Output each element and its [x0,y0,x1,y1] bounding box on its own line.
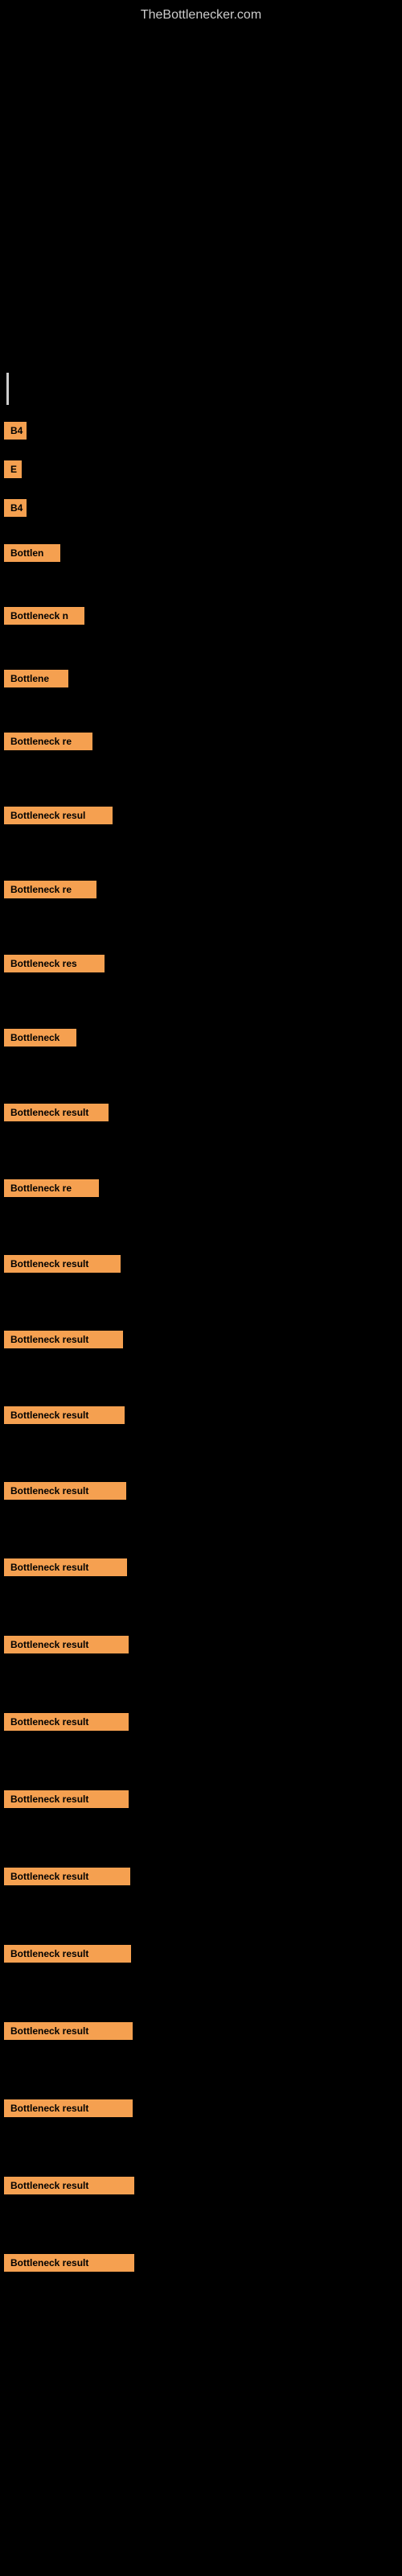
bottleneck-item: Bottleneck result [0,2071,402,2145]
bottleneck-result-label: Bottleneck result [4,1482,126,1500]
bottleneck-item: E [0,452,402,487]
bottleneck-item: Bottleneck [0,1002,402,1073]
bottleneck-result-label: Bottleneck result [4,2254,134,2272]
bottleneck-result-label: Bottleneck result [4,2022,133,2040]
bottleneck-result-label: Bottleneck result [4,1945,131,1963]
bottleneck-item: B4 [0,490,402,526]
bottleneck-item: Bottleneck result [0,1303,402,1376]
bottleneck-result-label: Bottleneck result [4,1255,121,1273]
bottleneck-item: Bottlen [0,529,402,577]
bottleneck-item: Bottleneck result [0,1530,402,1604]
bottleneck-result-label: Bottleneck n [4,607,84,625]
bottleneck-item: Bottleneck re [0,706,402,777]
bottleneck-item: Bottleneck result [0,2226,402,2300]
site-header: TheBottlenecker.com [0,0,402,27]
bottleneck-result-label: E [4,460,22,478]
bottleneck-result-label: Bottleneck result [4,1868,130,1885]
site-title: TheBottlenecker.com [0,0,402,27]
bottleneck-item: Bottleneck n [0,580,402,651]
bottleneck-item: Bottleneck result [0,1917,402,1991]
bottleneck-result-label: Bottleneck re [4,733,92,750]
bottleneck-item: Bottleneck re [0,1152,402,1224]
bottleneck-result-label: Bottlene [4,670,68,687]
bottleneck-result-label: Bottleneck re [4,1179,99,1197]
bottleneck-result-label: Bottleneck result [4,1636,129,1653]
bottleneck-result-label: Bottleneck result [4,1790,129,1808]
bottleneck-item: Bottleneck result [0,1994,402,2068]
bottleneck-item: Bottleneck res [0,928,402,999]
bottleneck-item: Bottleneck result [0,1379,402,1451]
bottleneck-result-label: Bottleneck re [4,881,96,898]
bottleneck-list: B4 E B4 Bottlen Bottleneck n Bottlene Bottlene… [0,413,402,2319]
bottleneck-item: Bottleneck re [0,854,402,925]
bottleneck-item: Bottleneck result [0,1608,402,1682]
bottleneck-item: B4 [0,413,402,448]
bottleneck-item: Bottleneck result [0,2149,402,2223]
bottleneck-result-label: Bottleneck result [4,1713,129,1731]
bottleneck-result-label: Bottleneck resul [4,807,113,824]
bottleneck-result-label: Bottleneck result [4,2099,133,2117]
separator [6,373,9,405]
bottleneck-result-label: Bottleneck result [4,2177,134,2194]
bottleneck-item: Bottlene [0,654,402,703]
bottleneck-result-label: B4 [4,499,27,517]
bottleneck-result-label: B4 [4,422,27,440]
bottleneck-result-label: Bottleneck result [4,1406,125,1424]
bottleneck-item: Bottleneck result [0,1228,402,1300]
bottleneck-item: Bottleneck result [0,1762,402,1836]
bottleneck-item: Bottleneck result [0,1685,402,1759]
bottleneck-result-label: Bottleneck result [4,1331,123,1348]
bottleneck-item: Bottleneck resul [0,780,402,851]
bottleneck-result-label: Bottleneck result [4,1104,109,1121]
bottleneck-item: Bottleneck result [0,1839,402,1913]
bottleneck-result-label: Bottleneck [4,1029,76,1046]
bottleneck-item: Bottleneck result [0,1455,402,1527]
bottleneck-item: Bottleneck result [0,1076,402,1149]
bottleneck-result-label: Bottleneck result [4,1558,127,1576]
top-section [0,27,402,365]
bottleneck-result-label: Bottlen [4,544,60,562]
bottleneck-result-label: Bottleneck res [4,955,105,972]
